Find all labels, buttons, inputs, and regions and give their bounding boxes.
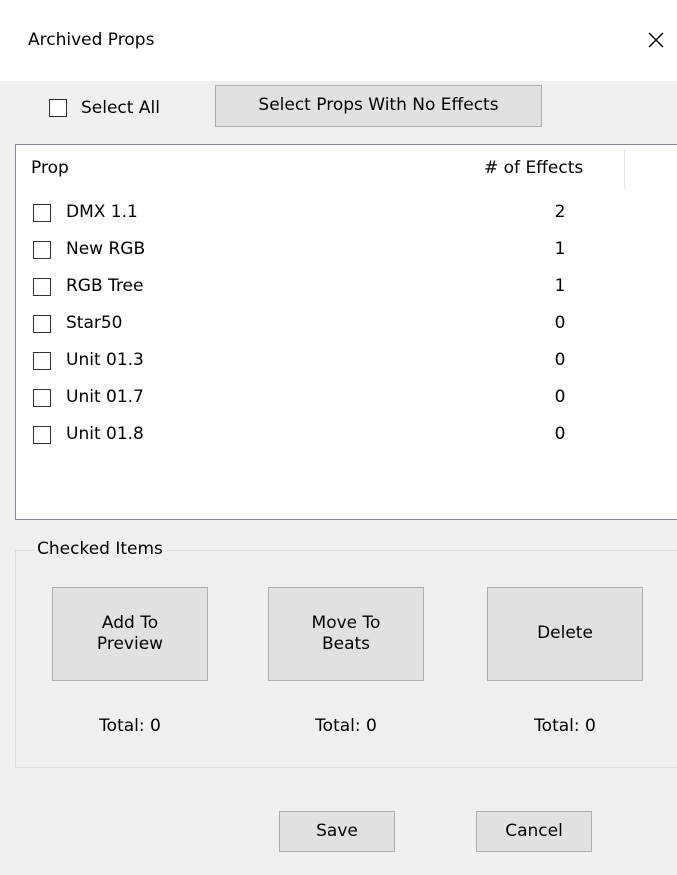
button-label-line: Preview	[96, 634, 164, 654]
add-to-preview-button[interactable]: Add To Preview	[52, 587, 208, 681]
row-checkbox[interactable]	[33, 315, 51, 333]
delete-total: Total: 0	[534, 716, 596, 736]
row-checkbox[interactable]	[33, 204, 51, 222]
row-checkbox[interactable]	[33, 389, 51, 407]
add-to-preview-total: Total: 0	[99, 716, 161, 736]
select-props-no-effects-button[interactable]: Select Props With No Effects	[215, 85, 542, 127]
prop-name: Unit 01.7	[66, 387, 144, 407]
effects-count: 0	[554, 424, 566, 444]
save-button[interactable]: Save	[279, 811, 395, 852]
row-checkbox[interactable]	[33, 241, 51, 259]
move-to-beats-total: Total: 0	[315, 716, 377, 736]
move-to-beats-button[interactable]: Move To Beats	[268, 587, 424, 681]
close-icon[interactable]	[642, 26, 670, 54]
title-bar: Archived Props	[0, 0, 677, 81]
select-all-label[interactable]: Select All	[81, 98, 160, 118]
button-label-line: Add To	[101, 612, 159, 633]
button-label-line: Delete	[537, 623, 593, 644]
column-header-effects[interactable]: # of Effects	[484, 145, 583, 192]
cancel-button[interactable]: Cancel	[476, 811, 592, 852]
list-item[interactable]: Unit 01.3 0	[16, 343, 666, 379]
prop-name: New RGB	[66, 239, 146, 259]
column-header-prop[interactable]: Prop	[31, 145, 69, 192]
prop-name: Star50	[66, 313, 123, 333]
list-item[interactable]: Unit 01.8 0	[16, 417, 666, 453]
row-checkbox[interactable]	[33, 352, 51, 370]
effects-count: 1	[554, 276, 566, 296]
select-all-checkbox[interactable]	[49, 99, 67, 117]
list-item[interactable]: New RGB 1	[16, 232, 666, 268]
props-list[interactable]: Prop # of Effects DMX 1.1 2 New RGB 1 RG…	[15, 144, 677, 520]
effects-count: 2	[554, 202, 566, 222]
window-title: Archived Props	[28, 30, 155, 50]
row-checkbox[interactable]	[33, 426, 51, 444]
prop-name: Unit 01.8	[66, 424, 144, 444]
button-label-line: Beats	[321, 634, 371, 654]
column-separator[interactable]	[624, 149, 625, 189]
list-item[interactable]: RGB Tree 1	[16, 269, 666, 305]
button-label-line: Move To	[311, 612, 381, 633]
delete-button[interactable]: Delete	[487, 587, 643, 681]
list-item[interactable]: Star50 0	[16, 306, 666, 342]
effects-count: 0	[554, 313, 566, 333]
list-item[interactable]: DMX 1.1 2	[16, 195, 666, 231]
checked-items-label: Checked Items	[34, 539, 166, 559]
effects-count: 0	[554, 350, 566, 370]
prop-name: DMX 1.1	[66, 202, 138, 222]
prop-name: Unit 01.3	[66, 350, 144, 370]
effects-count: 0	[554, 387, 566, 407]
prop-name: RGB Tree	[66, 276, 144, 296]
row-checkbox[interactable]	[33, 278, 51, 296]
effects-count: 1	[554, 239, 566, 259]
list-item[interactable]: Unit 01.7 0	[16, 380, 666, 416]
